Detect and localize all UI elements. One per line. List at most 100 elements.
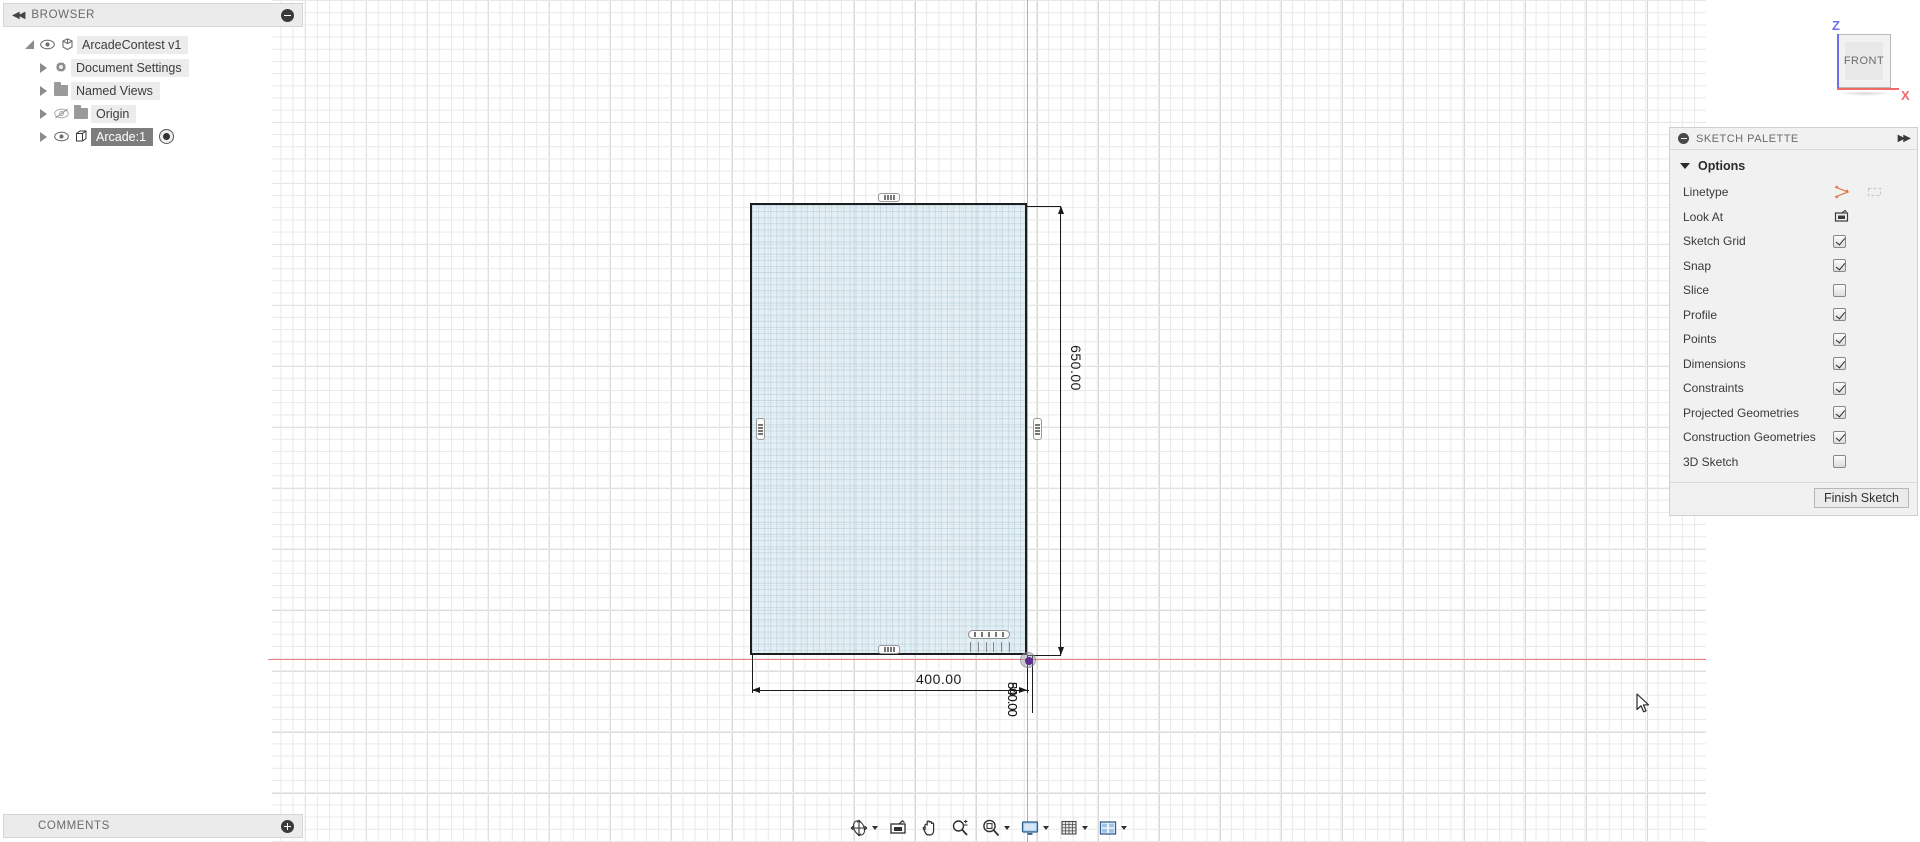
option-row-sketch-grid: Sketch Grid <box>1670 229 1917 254</box>
look-at-icon[interactable] <box>887 818 909 839</box>
option-control <box>1827 381 1917 395</box>
constraint-horizontal-bottom[interactable] <box>878 645 900 654</box>
monitor-icon[interactable] <box>1019 818 1041 839</box>
points-checkbox[interactable] <box>1833 332 1846 346</box>
browser-title: BROWSER <box>31 9 96 21</box>
option-label: Sketch Grid <box>1683 234 1746 249</box>
plus-circle-icon[interactable] <box>281 819 294 833</box>
chevron-down-icon[interactable] <box>1043 826 1049 830</box>
double-left-arrow-icon[interactable]: ◀◀ <box>12 10 25 21</box>
slice-checkbox[interactable] <box>1833 283 1846 297</box>
fit-magnifier-icon[interactable] <box>980 818 1002 839</box>
nav-pan[interactable] <box>915 817 943 840</box>
sketch-palette-header[interactable]: SKETCH PALETTE ▶▶ <box>1670 128 1917 150</box>
comments-panel[interactable]: COMMENTS <box>3 814 303 838</box>
option-row-projected-geometries: Projected Geometries <box>1670 401 1917 426</box>
option-row-look-at: Look At <box>1670 205 1917 230</box>
snap-checkbox[interactable] <box>1833 259 1846 273</box>
nav-zoom[interactable] <box>946 817 974 840</box>
view-cube-face[interactable]: FRONT <box>1837 34 1891 88</box>
option-control <box>1827 283 1917 297</box>
options-section-header[interactable]: Options <box>1670 154 1917 180</box>
viewports-icon[interactable] <box>1097 818 1119 839</box>
sketch-palette-footer: Finish Sketch <box>1670 482 1917 515</box>
triangle-right-icon[interactable] <box>35 62 51 73</box>
view-cube-z-label: Z <box>1832 18 1840 33</box>
construction-line-icon[interactable] <box>1833 185 1850 200</box>
sketch-rectangle-profile[interactable] <box>750 203 1027 655</box>
triangle-right-icon[interactable] <box>35 131 51 142</box>
pan-hand-icon[interactable] <box>918 818 940 839</box>
dimension-vertical-value[interactable]: 650.00 <box>1068 345 1084 391</box>
comments-title: COMMENTS <box>38 820 110 832</box>
chevron-down-icon <box>1680 163 1690 169</box>
browser-panel: ◀◀ BROWSER ArcadeContest v1 Document Set… <box>3 3 303 148</box>
constraint-cluster[interactable] <box>968 630 1018 654</box>
option-control <box>1827 430 1917 444</box>
option-label: Linetype <box>1683 185 1729 200</box>
look-at-icon[interactable] <box>1833 209 1850 224</box>
triangle-right-icon[interactable] <box>35 108 51 119</box>
minus-circle-icon[interactable] <box>1678 133 1689 144</box>
chevron-down-icon[interactable] <box>1121 826 1127 830</box>
option-control <box>1827 234 1917 248</box>
triangle-right-icon[interactable] <box>35 85 51 96</box>
centerline-icon[interactable] <box>1866 185 1883 200</box>
mouse-cursor <box>1636 693 1652 720</box>
chevron-down-icon[interactable] <box>872 826 878 830</box>
z-axis-line <box>1027 0 1028 842</box>
option-row-slice: Slice <box>1670 278 1917 303</box>
navigation-bar <box>845 815 1130 841</box>
3d-sketch-checkbox[interactable] <box>1833 455 1846 469</box>
activate-component-radio[interactable] <box>159 129 175 144</box>
eye-hidden-icon[interactable] <box>51 108 71 119</box>
nav-orbit[interactable] <box>845 817 881 840</box>
constraint-horizontal-top[interactable] <box>878 193 900 202</box>
option-label: Projected Geometries <box>1683 405 1800 420</box>
option-row-linetype: Linetype <box>1670 180 1917 205</box>
minus-circle-icon[interactable] <box>281 8 294 22</box>
grid-icon[interactable] <box>1058 818 1080 839</box>
nav-viewports[interactable] <box>1094 817 1130 840</box>
option-label: Construction Geometries <box>1683 430 1816 445</box>
chevron-down-icon[interactable] <box>1082 826 1088 830</box>
nav-display-settings[interactable] <box>1016 817 1052 840</box>
view-cube-x-label: X <box>1901 88 1910 103</box>
eye-visible-icon[interactable] <box>51 131 71 142</box>
orbit-icon[interactable] <box>848 818 870 839</box>
tree-item-origin[interactable]: Origin <box>3 102 303 125</box>
view-cube[interactable]: FRONT Z X <box>1815 14 1910 103</box>
tree-item-arcadecontest[interactable]: ArcadeContest v1 <box>3 33 303 56</box>
constraint-pill[interactable] <box>968 630 1010 639</box>
triangle-down-filled-icon[interactable] <box>21 40 37 49</box>
sketch-origin-point[interactable] <box>1020 652 1036 668</box>
nav-fit[interactable] <box>977 817 1013 840</box>
tree-item-arcade-1[interactable]: Arcade:1 <box>3 125 303 148</box>
zoom-magnifier-icon[interactable] <box>949 818 971 839</box>
constraint-vertical-left[interactable] <box>756 418 765 440</box>
dimension-horizontal-value[interactable]: 400.00 <box>916 671 962 687</box>
chevron-down-icon[interactable] <box>1004 826 1010 830</box>
folder-icon <box>71 105 91 119</box>
nav-look-at[interactable] <box>884 817 912 840</box>
option-control <box>1827 308 1917 322</box>
option-label: Slice <box>1683 283 1710 298</box>
tree-item-document-settings[interactable]: Document Settings <box>3 56 303 79</box>
dimensions-checkbox[interactable] <box>1833 357 1846 371</box>
constraint-ticks <box>970 642 1010 652</box>
browser-header[interactable]: ◀◀ BROWSER <box>3 3 303 27</box>
constraints-checkbox[interactable] <box>1833 381 1846 395</box>
construction-geometries-checkbox[interactable] <box>1833 430 1846 444</box>
option-row-points: Points <box>1670 327 1917 352</box>
tree-item-named-views[interactable]: Named Views <box>3 79 303 102</box>
nav-grid-snaps[interactable] <box>1055 817 1091 840</box>
fusion360-window: 650.00 400.00 540.00 800.00 ◀◀ BROWSER A… <box>0 0 1920 842</box>
sketch-grid-checkbox[interactable] <box>1833 234 1846 248</box>
projected-geometries-checkbox[interactable] <box>1833 406 1846 420</box>
finish-sketch-button[interactable]: Finish Sketch <box>1813 488 1909 508</box>
profile-checkbox[interactable] <box>1833 308 1846 322</box>
double-right-arrow-icon[interactable]: ▶▶ <box>1898 133 1911 144</box>
constraint-vertical-right[interactable] <box>1033 418 1042 440</box>
option-row-dimensions: Dimensions <box>1670 352 1917 377</box>
eye-visible-icon[interactable] <box>37 39 57 50</box>
